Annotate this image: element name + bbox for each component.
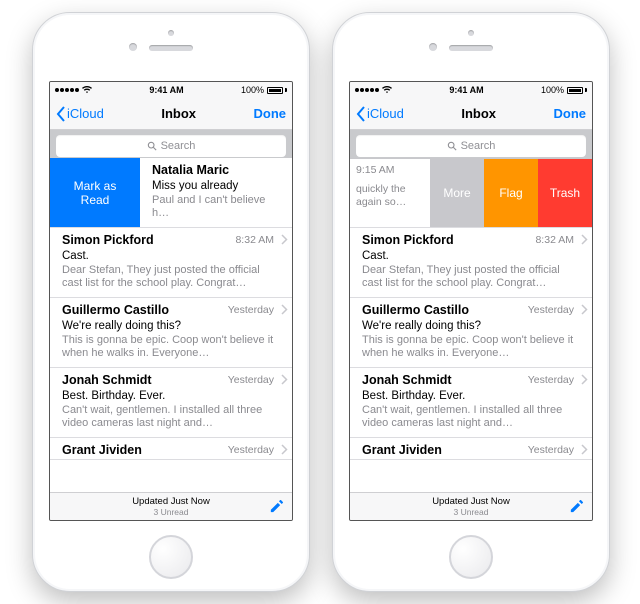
signal-dots-icon [55, 88, 79, 92]
toolbar-status: Updated Just Now [132, 496, 210, 507]
swipe-actions: More Flag Trash [430, 158, 592, 227]
chevron-right-icon [581, 444, 588, 455]
back-label: iCloud [367, 106, 404, 121]
done-button[interactable]: Done [554, 106, 587, 121]
toolbar-unread: 3 Unread [432, 507, 510, 517]
search-icon [147, 141, 157, 151]
screen: 9:41 AM 100% iCloud Inbox Done Search [349, 81, 593, 521]
message-subject: We're really doing this? [62, 318, 274, 333]
phone-right: 9:41 AM 100% iCloud Inbox Done Search [332, 12, 610, 592]
status-bar: 9:41 AM 100% [350, 82, 592, 98]
toolbar: Updated Just Now 3 Unread [50, 492, 292, 520]
message-preview: This is gonna be epic. Coop won't believ… [362, 333, 574, 360]
message-list[interactable]: 9:15 AM quickly the again so… More Flag … [350, 158, 592, 492]
search-input[interactable]: Search [56, 135, 286, 157]
status-time: 9:41 AM [449, 85, 483, 95]
message-row[interactable]: Simon Pickford Cast. Dear Stefan, They j… [50, 228, 292, 298]
message-subject: We're really doing this? [362, 318, 574, 333]
screen: 9:41 AM 100% iCloud Inbox Done Search [49, 81, 293, 521]
compose-button[interactable] [268, 498, 285, 515]
message-time: Yesterday [528, 304, 574, 316]
chevron-right-icon [581, 234, 588, 245]
earpiece-speaker [149, 45, 193, 51]
back-button[interactable]: iCloud [356, 106, 404, 122]
toolbar: Updated Just Now 3 Unread [350, 492, 592, 520]
message-list[interactable]: Mark as Read Natalia Maric Miss you alre… [50, 158, 292, 492]
message-row[interactable]: Grant Jividen Yesterday [350, 438, 592, 460]
front-camera [129, 43, 137, 51]
home-button[interactable] [449, 535, 493, 579]
message-preview: Paul and I can't believe hweek went by. … [152, 193, 274, 220]
front-camera [429, 43, 437, 51]
back-label: iCloud [67, 106, 104, 121]
toolbar-status: Updated Just Now [432, 496, 510, 507]
home-button[interactable] [149, 535, 193, 579]
chevron-right-icon [581, 374, 588, 385]
search-placeholder: Search [461, 140, 496, 152]
chevron-right-icon [581, 304, 588, 315]
battery-percent: 100% [241, 85, 264, 95]
message-row[interactable]: Grant Jividen Yesterday [50, 438, 292, 460]
message-time: Yesterday [228, 374, 274, 386]
battery-icon [567, 87, 587, 94]
signal-dots-icon [355, 88, 379, 92]
message-row-swiped-right[interactable]: 9:15 AM quickly the again so… More Flag … [350, 158, 592, 228]
trash-button[interactable]: Trash [538, 158, 592, 227]
wifi-icon [82, 86, 92, 94]
battery-percent: 100% [541, 85, 564, 95]
message-time: Yesterday [528, 444, 574, 456]
sensor-dot [468, 30, 474, 36]
message-time: 9:15 AM [356, 164, 426, 177]
search-input[interactable]: Search [356, 135, 586, 157]
message-row[interactable]: Simon Pickford Cast. Dear Stefan, They j… [350, 228, 592, 298]
flag-button[interactable]: Flag [484, 158, 538, 227]
search-icon [447, 141, 457, 151]
battery-icon [267, 87, 287, 94]
done-button[interactable]: Done [254, 106, 287, 121]
toolbar-unread: 3 Unread [132, 507, 210, 517]
message-row[interactable]: Jonah Schmidt Best. Birthday. Ever. Can'… [350, 368, 592, 438]
search-placeholder: Search [161, 140, 196, 152]
message-row[interactable]: Jonah Schmidt Best. Birthday. Ever. Can'… [50, 368, 292, 438]
message-subject: Cast. [362, 248, 574, 263]
message-time: Yesterday [528, 374, 574, 386]
nav-bar: iCloud Inbox Done [50, 98, 292, 130]
nav-bar: iCloud Inbox Done [350, 98, 592, 130]
more-button[interactable]: More [430, 158, 484, 227]
wifi-icon [382, 86, 392, 94]
message-time: 8:32 AM [535, 234, 574, 246]
page-title: Inbox [161, 106, 196, 121]
chevron-right-icon [281, 444, 288, 455]
message-row-swiped-left[interactable]: Mark as Read Natalia Maric Miss you alre… [50, 158, 292, 228]
mark-as-read-button[interactable]: Mark as Read [50, 158, 140, 227]
message-subject: Cast. [62, 248, 274, 263]
chevron-right-icon [281, 374, 288, 385]
chevron-right-icon [281, 234, 288, 245]
message-stub: 9:15 AM quickly the again so… [350, 158, 432, 227]
page-title: Inbox [461, 106, 496, 121]
message-preview: Dear Stefan, They just posted the offici… [362, 263, 574, 290]
compose-button[interactable] [568, 498, 585, 515]
back-button[interactable]: iCloud [56, 106, 104, 122]
message-preview: Can't wait, gentlemen. I installed all t… [62, 403, 274, 430]
phone-left: 9:41 AM 100% iCloud Inbox Done Search [32, 12, 310, 592]
earpiece-speaker [449, 45, 493, 51]
message-subject: Best. Birthday. Ever. [362, 388, 574, 403]
message-preview: This is gonna be epic. Coop won't believ… [62, 333, 274, 360]
message-time: Yesterday [228, 444, 274, 456]
message-time: Yesterday [228, 304, 274, 316]
sensor-dot [168, 30, 174, 36]
status-time: 9:41 AM [149, 85, 183, 95]
message-preview: quickly the again so… [356, 177, 426, 209]
message-time: 8:32 AM [235, 234, 274, 246]
status-bar: 9:41 AM 100% [50, 82, 292, 98]
message-subject: Miss you already [152, 178, 274, 193]
message-subject: Best. Birthday. Ever. [62, 388, 274, 403]
chevron-right-icon [281, 304, 288, 315]
message-preview: Can't wait, gentlemen. I installed all t… [362, 403, 574, 430]
message-row[interactable]: Guillermo Castillo We're really doing th… [50, 298, 292, 368]
message-sender: Natalia Maric [152, 163, 274, 178]
message-row[interactable]: Guillermo Castillo We're really doing th… [350, 298, 592, 368]
message-preview: Dear Stefan, They just posted the offici… [62, 263, 274, 290]
